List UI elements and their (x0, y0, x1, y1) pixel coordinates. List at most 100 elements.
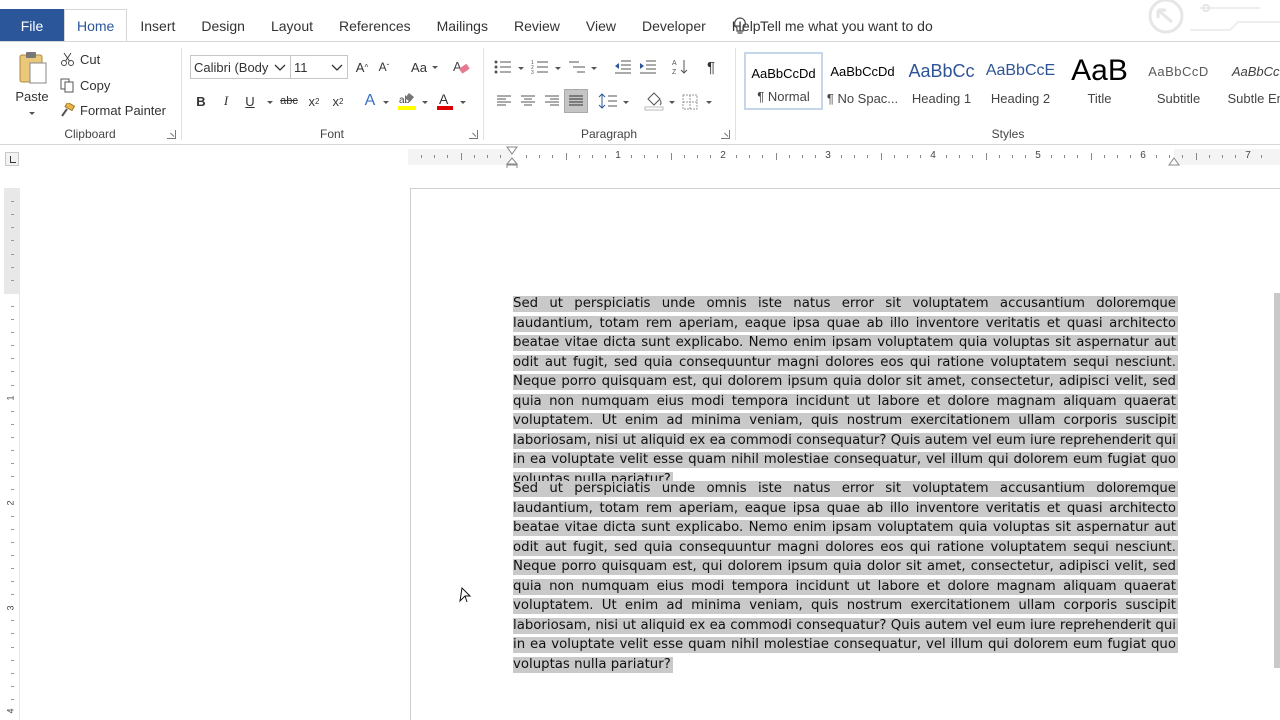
document-paragraph[interactable]: Sed ut perspiciatis unde omnis iste natu… (513, 479, 1178, 674)
grow-font-icon[interactable]: A ^ (354, 58, 370, 76)
tab-design[interactable]: Design (188, 9, 258, 42)
sort-icon[interactable]: AZ (672, 58, 688, 76)
cut-label: Cut (80, 51, 101, 67)
numbering-icon[interactable]: 123 (531, 59, 549, 75)
cut-button[interactable]: Cut (60, 48, 100, 70)
text-effects-icon[interactable]: A (362, 92, 378, 110)
shading-dropdown-icon[interactable] (669, 101, 675, 104)
style-name: Subtle Em (1227, 91, 1280, 106)
paste-dropdown-icon[interactable] (29, 112, 35, 115)
ruler-tick (998, 155, 1000, 158)
ruler-tick (11, 659, 14, 661)
increase-indent-icon[interactable] (639, 59, 657, 75)
shrink-font-icon[interactable]: Aˇ (376, 58, 392, 76)
format-painter-button[interactable]: Format Painter (60, 99, 166, 121)
clear-formatting-icon[interactable]: A (452, 58, 470, 76)
lightbulb-icon (734, 16, 746, 34)
chevron-down-icon[interactable] (330, 60, 344, 74)
borders-dropdown-icon[interactable] (706, 101, 712, 104)
tab-view[interactable]: View (573, 9, 629, 42)
clipboard-dialog-launcher[interactable] (167, 130, 176, 139)
change-case-dropdown-icon[interactable] (432, 66, 438, 69)
align-left-icon[interactable] (496, 94, 512, 108)
copy-button[interactable]: Copy (60, 74, 110, 96)
font-size-combo[interactable]: 11 (290, 55, 348, 79)
ruler-tick (11, 528, 14, 530)
text-effects-dropdown-icon[interactable] (383, 101, 389, 104)
style-subtle-emphasis[interactable]: AaBbCcI Subtle Em (1218, 52, 1280, 110)
style-no-spacing[interactable]: AaBbCcDd ¶ No Spac... (823, 52, 902, 110)
style-subtitle[interactable]: AaBbCcD Subtitle (1139, 52, 1218, 110)
tab-mailings[interactable]: Mailings (424, 9, 501, 42)
change-case-icon[interactable]: Aa (408, 58, 430, 76)
highlight-dropdown-icon[interactable] (422, 101, 428, 104)
font-color-dropdown-icon[interactable] (460, 101, 466, 104)
shading-icon[interactable] (644, 91, 664, 111)
ruler-tick (880, 153, 882, 160)
bullets-icon[interactable] (494, 59, 512, 75)
vertical-ruler[interactable]: 1 2 3 4 (4, 188, 20, 720)
bold-icon[interactable]: B (194, 92, 208, 110)
borders-icon[interactable] (682, 94, 698, 110)
tab-selector-button[interactable] (5, 152, 19, 166)
ruler-tick (499, 155, 501, 158)
line-spacing-dropdown-icon[interactable] (623, 101, 629, 104)
horizontal-ruler[interactable]: 1 2 3 4 5 6 7 (408, 146, 1280, 172)
style-heading-1[interactable]: AaBbCc Heading 1 (902, 52, 981, 110)
paste-button[interactable]: Paste (12, 50, 52, 115)
ruler-tick (421, 155, 423, 158)
ruler-tick (11, 594, 14, 596)
subscript-icon[interactable]: x2 (305, 92, 323, 110)
ruler-number: 3 (825, 150, 831, 161)
tab-layout[interactable]: Layout (258, 9, 326, 42)
ruler-tick (473, 155, 475, 158)
italic-icon[interactable]: I (219, 92, 233, 110)
font-color-icon[interactable]: A (436, 91, 454, 111)
ruler-tick (11, 620, 14, 622)
ruler-tick (11, 463, 14, 465)
chevron-down-icon[interactable] (273, 60, 287, 74)
ruler-number: 5 (1035, 150, 1041, 161)
align-right-icon[interactable] (544, 94, 560, 108)
tab-references[interactable]: References (326, 9, 424, 42)
tab-file[interactable]: File (0, 9, 64, 42)
style-name: Heading 2 (990, 91, 1051, 106)
style-preview: AaB (1071, 54, 1128, 87)
ruler-tick (1011, 155, 1013, 158)
paragraph-dialog-launcher[interactable] (721, 130, 730, 139)
line-spacing-icon[interactable] (598, 92, 618, 110)
underline-icon[interactable]: U (243, 92, 257, 110)
font-dialog-launcher[interactable] (469, 130, 478, 139)
document-paragraph[interactable]: Sed ut perspiciatis unde omnis iste natu… (513, 294, 1178, 489)
tab-home[interactable]: Home (64, 9, 128, 42)
font-size-value: 11 (294, 59, 308, 75)
font-name-combo[interactable]: Calibri (Body (190, 55, 291, 79)
underline-dropdown-icon[interactable] (267, 101, 273, 104)
selected-text: Sed ut perspiciatis unde omnis iste natu… (513, 481, 1178, 673)
bullets-dropdown-icon[interactable] (518, 67, 524, 70)
justify-button[interactable] (564, 89, 588, 113)
style-heading-2[interactable]: AaBbCcE Heading 2 (981, 52, 1060, 110)
tab-review[interactable]: Review (501, 9, 573, 42)
style-name: Heading 1 (911, 91, 972, 106)
superscript-icon[interactable]: x2 (329, 92, 347, 110)
ruler-tick (775, 153, 777, 160)
decrease-indent-icon[interactable] (614, 59, 632, 75)
ruler-tick (657, 155, 659, 158)
first-line-indent-marker[interactable] (506, 146, 518, 155)
highlighter-icon[interactable]: ab (397, 91, 417, 111)
align-center-icon[interactable] (520, 94, 536, 108)
right-indent-marker[interactable] (1168, 157, 1180, 166)
multilevel-dropdown-icon[interactable] (591, 67, 597, 70)
tab-insert[interactable]: Insert (127, 9, 188, 42)
tab-developer[interactable]: Developer (629, 9, 719, 42)
style-title[interactable]: AaB Title (1060, 52, 1139, 110)
style-normal[interactable]: AaBbCcDd ¶ Normal (744, 52, 823, 110)
multilevel-list-icon[interactable] (568, 59, 586, 75)
ruler-tick (11, 436, 14, 438)
tell-me-box[interactable]: Tell me what you want to do (732, 9, 933, 42)
strikethrough-icon[interactable]: abc (278, 92, 300, 110)
show-formatting-marks-icon[interactable]: ¶ (704, 58, 718, 76)
paste-label: Paste (15, 89, 49, 104)
numbering-dropdown-icon[interactable] (555, 67, 561, 70)
